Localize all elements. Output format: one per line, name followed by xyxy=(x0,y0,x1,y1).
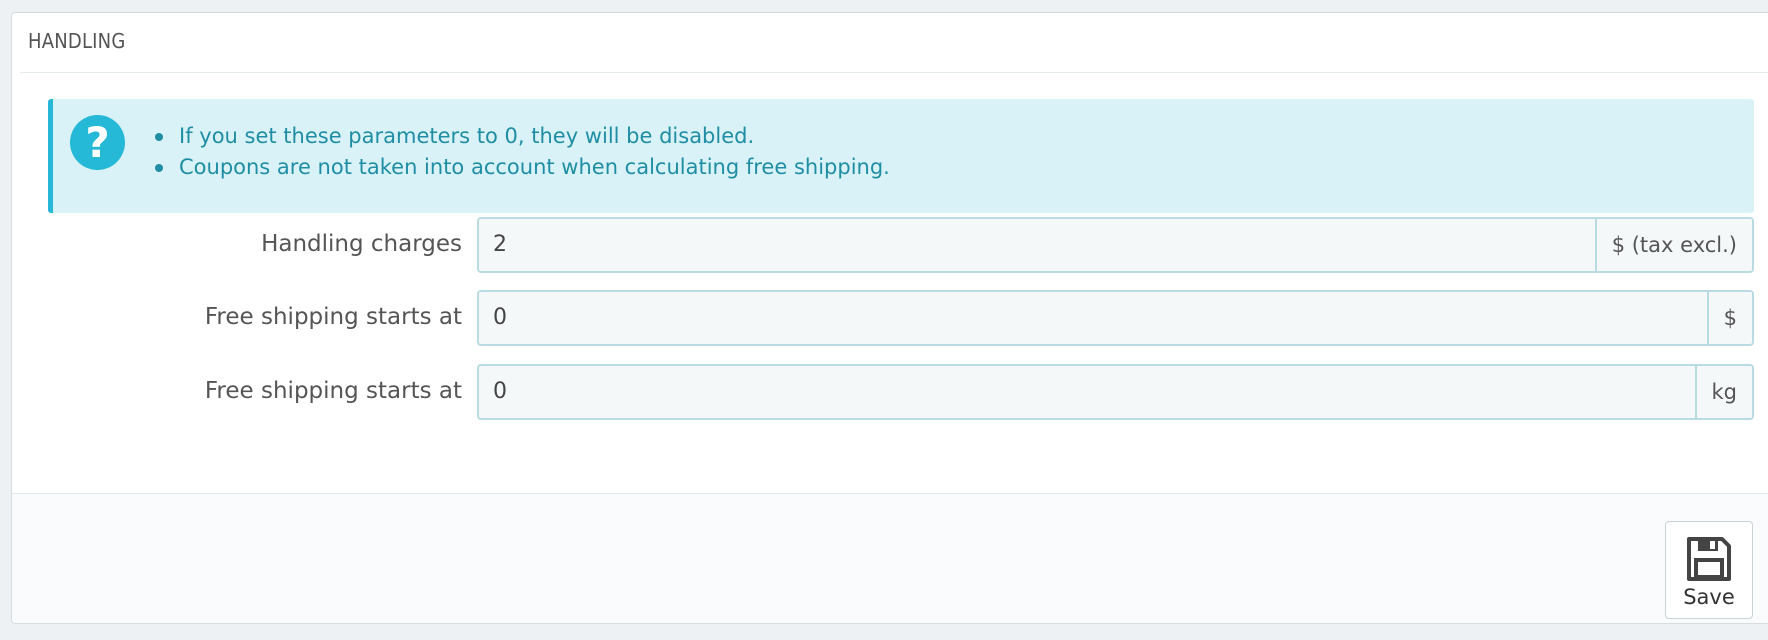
free-shipping-price-row: Free shipping starts at 0 $ xyxy=(12,290,1754,346)
handling-charges-input-group: 2 $ (tax excl.) xyxy=(477,217,1754,273)
free-shipping-price-unit: $ xyxy=(1706,292,1752,344)
bullet-icon xyxy=(155,133,163,141)
handling-charges-row: Handling charges 2 $ (tax excl.) xyxy=(12,217,1754,273)
free-shipping-price-input[interactable]: 0 xyxy=(479,292,1707,344)
panel-title: HANDLING xyxy=(28,29,126,53)
question-circle-icon: ? xyxy=(70,115,125,170)
floppy-disk-icon xyxy=(1687,537,1731,581)
alert-list: If you set these parameters to 0, they w… xyxy=(155,121,890,183)
free-shipping-weight-unit: kg xyxy=(1694,366,1752,418)
free-shipping-price-input-group: 0 $ xyxy=(477,290,1754,346)
free-shipping-weight-row: Free shipping starts at 0 kg xyxy=(12,364,1754,420)
save-button[interactable]: Save xyxy=(1665,521,1753,619)
free-shipping-weight-input[interactable]: 0 xyxy=(479,366,1695,418)
alert-item: Coupons are not taken into account when … xyxy=(155,152,890,183)
panel-footer: Save xyxy=(12,493,1768,623)
handling-panel: HANDLING ? If you set these parameters t… xyxy=(11,12,1768,624)
alert-item: If you set these parameters to 0, they w… xyxy=(155,121,890,152)
handling-charges-input[interactable]: 2 xyxy=(479,219,1595,271)
free-shipping-price-label: Free shipping starts at xyxy=(204,304,462,330)
bullet-icon xyxy=(155,164,163,172)
save-label: Save xyxy=(1683,585,1735,609)
info-alert: ? If you set these parameters to 0, they… xyxy=(48,99,1754,213)
free-shipping-weight-input-group: 0 kg xyxy=(477,364,1754,420)
handling-charges-unit: $ (tax excl.) xyxy=(1594,219,1752,271)
handling-charges-label: Handling charges xyxy=(261,231,462,257)
free-shipping-weight-label: Free shipping starts at xyxy=(204,378,462,404)
panel-heading: HANDLING xyxy=(20,13,1768,73)
